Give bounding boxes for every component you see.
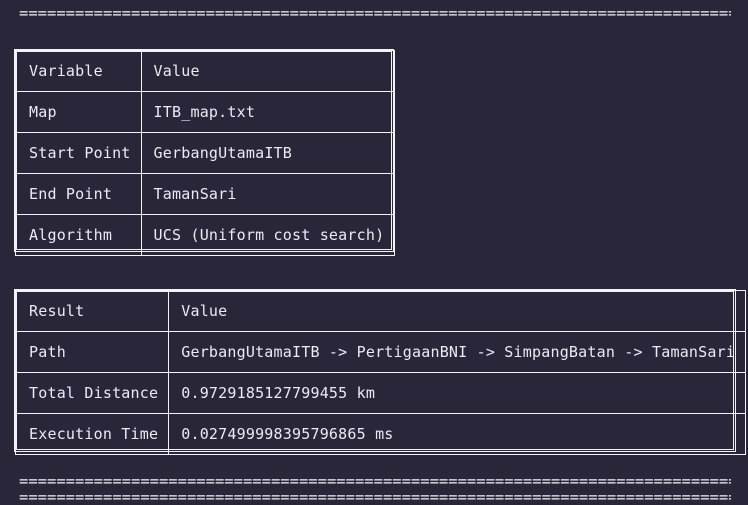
- result-header-value: Value: [168, 290, 747, 332]
- terminal-output: ========================================…: [0, 0, 748, 505]
- result-label-total-distance: Total Distance: [14, 372, 170, 414]
- config-value-end-point: TamanSari: [140, 173, 396, 215]
- pathfinding-result-table: Result Value Path GerbangUtamaITB -> Per…: [14, 289, 747, 455]
- pathfinding-configuration-table: Variable Value Map ITB_map.txt Start Poi…: [14, 49, 396, 256]
- result-label-path: Path: [14, 331, 170, 373]
- table-row: Path GerbangUtamaITB -> PertigaanBNI -> …: [14, 331, 747, 373]
- config-header-value: Value: [140, 50, 396, 92]
- table-row: Execution Time 0.027499998395796865 ms: [14, 413, 747, 455]
- config-label-end-point: End Point: [15, 173, 142, 215]
- table-row: Algorithm UCS (Uniform cost search): [15, 214, 396, 256]
- table-row: Total Distance 0.9729185127799455 km: [14, 372, 747, 414]
- result-value-path: GerbangUtamaITB -> PertigaanBNI -> Simpa…: [168, 331, 747, 373]
- table-header-row: Result Value: [14, 290, 747, 332]
- config-label-start-point: Start Point: [15, 132, 142, 174]
- result-label-execution-time: Execution Time: [14, 413, 170, 455]
- table-header-row: Variable Value: [15, 50, 396, 92]
- result-value-total-distance: 0.9729185127799455 km: [168, 372, 747, 414]
- config-value-algorithm: UCS (Uniform cost search): [140, 214, 396, 256]
- result-header-result: Result: [14, 290, 170, 332]
- separator-top: ========================================…: [19, 5, 731, 21]
- config-label-map: Map: [15, 91, 142, 133]
- config-header-variable: Variable: [15, 50, 142, 92]
- config-value-map: ITB_map.txt: [140, 91, 396, 133]
- table-row: End Point TamanSari: [15, 173, 396, 215]
- table-row: Start Point GerbangUtamaITB: [15, 132, 396, 174]
- config-value-start-point: GerbangUtamaITB: [140, 132, 396, 174]
- separator-bottom-first: ========================================…: [19, 473, 731, 489]
- config-label-algorithm: Algorithm: [15, 214, 142, 256]
- result-value-execution-time: 0.027499998395796865 ms: [168, 413, 747, 455]
- table-row: Map ITB_map.txt: [15, 91, 396, 133]
